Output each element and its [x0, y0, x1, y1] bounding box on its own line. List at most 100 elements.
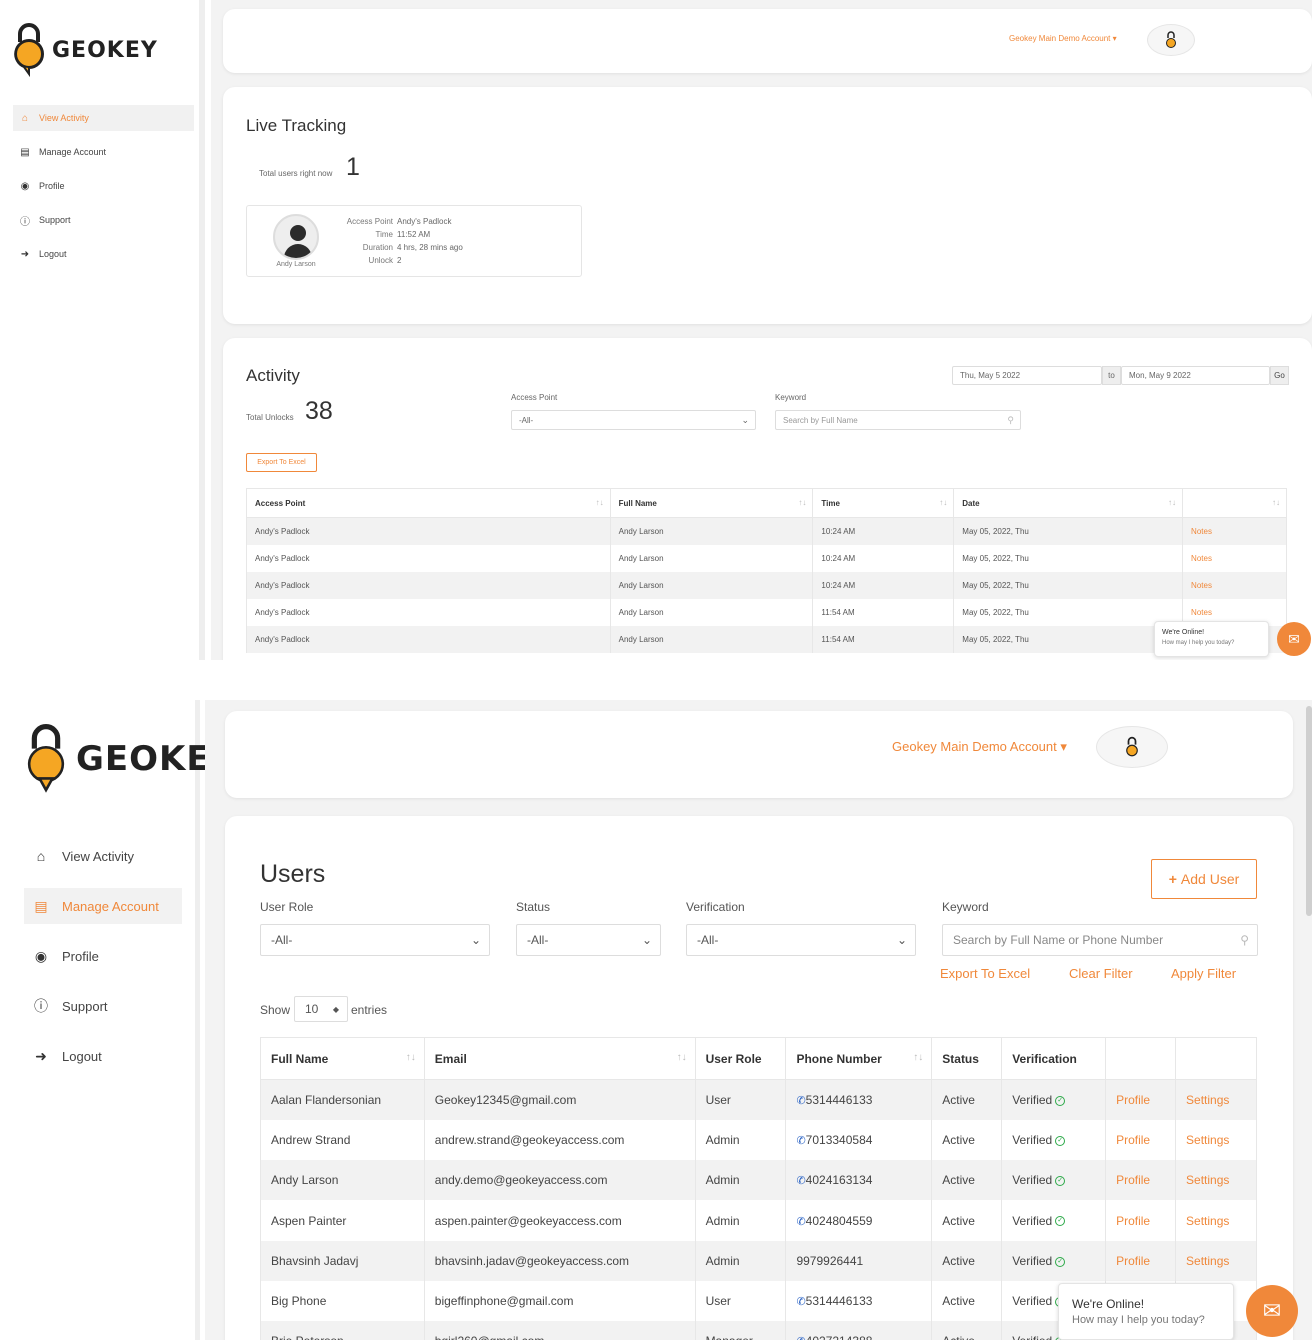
- phone-number-text: 9979926441: [796, 1253, 864, 1268]
- sidebar-item-manage-account[interactable]: ▤ Manage Account: [13, 139, 194, 165]
- column-header[interactable]: Full Name ↑↓: [260, 1037, 425, 1080]
- table-row: Bhavsinh Jadavj bhavsinh.jadav@geokeyacce…: [260, 1240, 1257, 1281]
- column-header[interactable]: Access Point ↑↓: [246, 488, 611, 518]
- column-header[interactable]: ↑↓: [1182, 488, 1287, 518]
- date-to-input[interactable]: Mon, May 9 2022: [1121, 366, 1270, 385]
- chat-button[interactable]: ✉: [1277, 622, 1311, 656]
- sidebar-item-support[interactable]: ⓘ Support: [24, 988, 182, 1024]
- clear-filter-link[interactable]: Clear Filter: [1069, 966, 1133, 981]
- cell-status: Active: [931, 1079, 1003, 1120]
- cell-time: 11:54 AM: [812, 625, 955, 653]
- notes-link[interactable]: Notes: [1182, 517, 1287, 545]
- lock-icon-button[interactable]: [1096, 726, 1168, 768]
- tracker-card[interactable]: Andy Larson Access Point Andy's Padlock T…: [246, 205, 582, 277]
- column-header[interactable]: Phone Number ↑↓: [785, 1037, 933, 1080]
- profile-link[interactable]: Profile: [1105, 1119, 1177, 1161]
- chat-bubble[interactable]: We're Online! How may I help you today?: [1058, 1283, 1234, 1340]
- cell-phone-number: ✆7013340584: [785, 1119, 933, 1161]
- notes-link[interactable]: Notes: [1182, 544, 1287, 572]
- settings-link-text[interactable]: Settings: [1186, 1214, 1229, 1228]
- logout-icon: ➜: [20, 248, 30, 260]
- profile-link-text[interactable]: Profile: [1116, 1254, 1150, 1268]
- profile-link[interactable]: Profile: [1105, 1160, 1177, 1201]
- date-from-input[interactable]: Thu, May 5 2022: [952, 366, 1102, 385]
- sidebar-item-logout[interactable]: ➜ Logout: [24, 1038, 182, 1074]
- column-header[interactable]: User Role: [694, 1037, 787, 1080]
- cell-status-text: Active: [942, 1334, 975, 1340]
- column-header[interactable]: Status: [931, 1037, 1003, 1080]
- access-point-value: -All-: [519, 415, 534, 425]
- notes-link[interactable]: Notes: [1182, 571, 1287, 599]
- entries-select[interactable]: 10 ◆: [294, 996, 348, 1022]
- sidebar-nav: ⌂ View Activity ▤ Manage Account ◉ Profi…: [13, 105, 194, 275]
- settings-link[interactable]: Settings: [1175, 1200, 1257, 1241]
- profile-link-text[interactable]: Profile: [1116, 1093, 1150, 1107]
- cell-email-text: bhavsinh.jadav@geokeyaccess.com: [434, 1253, 630, 1268]
- cell-verification-text: Verified: [1012, 1334, 1052, 1340]
- apply-filter-link[interactable]: Apply Filter: [1171, 966, 1236, 981]
- cell-email-text: bgirl260@gmail.com: [435, 1334, 545, 1340]
- cell-time: 10:24 AM: [812, 544, 955, 572]
- settings-link[interactable]: Settings: [1175, 1240, 1257, 1281]
- cell-email: bhavsinh.jadav@geokeyaccess.com: [423, 1240, 696, 1281]
- cell-full-name-text: Big Phone: [271, 1294, 327, 1309]
- cell-time: 10:24 AM: [812, 571, 955, 599]
- profile-link[interactable]: Profile: [1105, 1240, 1177, 1281]
- logo-text: GEOKEY: [52, 37, 158, 63]
- cell-time: 11:54 AM: [812, 598, 955, 626]
- column-header[interactable]: Date ↑↓: [953, 488, 1184, 518]
- settings-link-text[interactable]: Settings: [1186, 1133, 1229, 1147]
- column-header[interactable]: Email ↑↓: [423, 1037, 696, 1080]
- profile-link-text[interactable]: Profile: [1116, 1173, 1150, 1187]
- profile-link-text[interactable]: Profile: [1116, 1133, 1150, 1147]
- export-to-excel-button[interactable]: Export To Excel: [246, 453, 317, 472]
- live-tracking-title: Live Tracking: [246, 116, 347, 135]
- sidebar-item-profile[interactable]: ◉ Profile: [13, 173, 194, 199]
- keyword-search-input[interactable]: Search by Full Name or Phone Number ⚲: [942, 924, 1258, 956]
- account-dropdown[interactable]: Geokey Main Demo Account ▾: [1009, 34, 1117, 43]
- column-header[interactable]: Full Name ↑↓: [609, 488, 814, 518]
- access-point-select[interactable]: -All- ⌄: [511, 410, 756, 430]
- column-header[interactable]: Time ↑↓: [812, 488, 955, 518]
- settings-link-text[interactable]: Settings: [1186, 1093, 1229, 1107]
- settings-link[interactable]: Settings: [1175, 1079, 1257, 1120]
- sidebar-item-profile[interactable]: ◉ Profile: [24, 938, 182, 974]
- cell-date: May 05, 2022, Thu: [953, 517, 1184, 545]
- chat-button[interactable]: ✉: [1246, 1285, 1298, 1337]
- phone-icon: ✆: [796, 1175, 806, 1188]
- add-user-button[interactable]: + Add User: [1151, 859, 1257, 899]
- chat-bubble[interactable]: We're Online! How may I help you today?: [1154, 621, 1269, 657]
- column-header-label: Verification: [1012, 1051, 1077, 1066]
- column-header[interactable]: Verification: [1001, 1037, 1107, 1080]
- scrollbar-thumb[interactable]: [1306, 706, 1312, 916]
- profile-link[interactable]: Profile: [1105, 1079, 1177, 1120]
- cell-phone-number: 9979926441: [785, 1240, 933, 1281]
- sidebar-item-view-activity[interactable]: ⌂ View Activity: [24, 838, 182, 874]
- settings-link[interactable]: Settings: [1175, 1160, 1257, 1201]
- chat-icon: ✉: [1288, 630, 1300, 647]
- user-role-select[interactable]: -All- ⌄: [260, 924, 490, 956]
- sidebar-item-logout[interactable]: ➜ Logout: [13, 241, 194, 267]
- cell-access-point: Andy's Padlock: [246, 598, 611, 626]
- export-to-excel-link[interactable]: Export To Excel: [940, 966, 1030, 981]
- status-select[interactable]: -All- ⌄: [516, 924, 661, 956]
- settings-link[interactable]: Settings: [1175, 1119, 1257, 1161]
- settings-link-text[interactable]: Settings: [1186, 1173, 1229, 1187]
- sidebar-item-manage-account[interactable]: ▤ Manage Account: [24, 888, 182, 924]
- cell-access-point: Andy's Padlock: [246, 517, 611, 545]
- cell-full-name: Bhavsinh Jadavj: [260, 1240, 425, 1281]
- profile-link[interactable]: Profile: [1105, 1200, 1177, 1241]
- lock-icon-button[interactable]: [1147, 24, 1195, 56]
- sidebar-item-support[interactable]: ⓘ Support: [13, 207, 194, 233]
- profile-link-text[interactable]: Profile: [1116, 1214, 1150, 1228]
- scrollbar[interactable]: [1306, 700, 1312, 1340]
- verification-select[interactable]: -All- ⌄: [686, 924, 916, 956]
- sidebar-item-view-activity[interactable]: ⌂ View Activity: [13, 105, 194, 131]
- cell-access-point: Andy's Padlock: [246, 571, 611, 599]
- logout-icon: ➜: [35, 1047, 47, 1064]
- keyword-search-input[interactable]: Search by Full Name ⚲: [775, 410, 1021, 430]
- account-dropdown[interactable]: Geokey Main Demo Account ▾: [892, 739, 1067, 755]
- go-button[interactable]: Go: [1270, 366, 1289, 385]
- settings-link-text[interactable]: Settings: [1186, 1254, 1229, 1268]
- cell-status-text: Active: [942, 1132, 975, 1147]
